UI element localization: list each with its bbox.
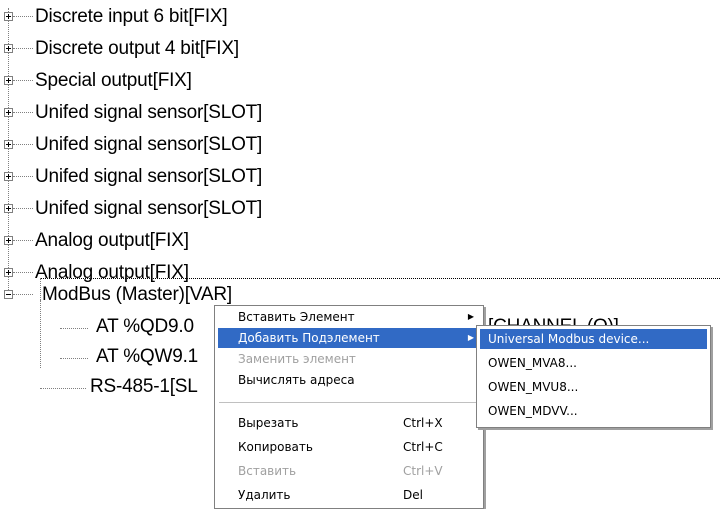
tree-branch-line [13,16,33,17]
tree-branch-line [13,294,33,295]
tree-branch-line [13,112,33,113]
child-trunk-line [40,300,41,368]
tree-node-label[interactable]: Unifed signal sensor[SLOT] [35,98,262,128]
tree-branch-line [40,388,86,389]
plus-expander-icon[interactable] [4,268,13,277]
tree-branch-line [60,328,88,329]
menu-item-label: OWEN_MVU8... [488,380,579,394]
submenu-item-owen-mva8[interactable]: OWEN_MVA8... [480,353,707,373]
menu-item-label: Вырезать [238,416,299,430]
tree-branch-line [60,358,88,359]
tree-node-label[interactable]: ModBus (Master)[VAR] [42,280,232,310]
menu-item-label: Удалить [238,488,291,502]
tree-branch-line [13,208,33,209]
plus-expander-icon[interactable] [4,108,13,117]
submenu-arrow-icon: ▶ [467,312,474,321]
minus-expander-icon[interactable] [4,290,13,299]
menu-item-label: Заменить элемент [238,352,356,366]
tree-branch-line [13,272,33,273]
tree-node-label[interactable]: Unifed signal sensor[SLOT] [35,194,262,224]
tree-node-label[interactable]: Unifed signal sensor[SLOT] [35,130,262,160]
plus-expander-icon[interactable] [4,204,13,213]
menu-item-paste[interactable]: Вставить Ctrl+V [218,461,480,481]
submenu-item-owen-mdvv[interactable]: OWEN_MDVV... [480,401,707,421]
context-menu: Вставить Элемент ▶ Добавить Подэлемент ▶… [214,305,484,509]
menu-item-add-subelement[interactable]: Добавить Подэлемент ▶ [218,328,480,348]
tree-branch-line [13,176,33,177]
child-node-label[interactable]: AT %QD9.0 [96,312,194,342]
menu-item-shortcut: Ctrl+V [403,464,443,478]
child-node-label[interactable]: AT %QW9.1 [96,342,198,372]
submenu-item-owen-mvu8[interactable]: OWEN_MVU8... [480,377,707,397]
menu-item-label: Копировать [238,440,313,454]
menu-item-label: Вычислять адреса [238,373,355,387]
tree-branch-line [13,144,33,145]
menu-item-shortcut: Ctrl+X [403,416,443,430]
tree-node-label[interactable]: Discrete output 4 bit[FIX] [35,34,239,64]
tree-node-label[interactable]: Special output[FIX] [35,66,192,96]
menu-item-label: OWEN_MVA8... [488,356,577,370]
plus-expander-icon[interactable] [4,44,13,53]
tree-branch-line [13,48,33,49]
menu-item-label: Вставить Элемент [238,310,355,324]
plus-expander-icon[interactable] [4,236,13,245]
tree-node-label[interactable]: Discrete input 6 bit[FIX] [35,2,228,32]
menu-item-replace-element[interactable]: Заменить элемент [218,349,480,369]
menu-item-cut[interactable]: Вырезать Ctrl+X [218,413,480,433]
menu-item-insert-element[interactable]: Вставить Элемент ▶ [218,307,480,327]
selection-focus-line [40,278,720,279]
menu-item-label: OWEN_MDVV... [488,404,578,418]
tree-branch-line [13,240,33,241]
submenu-item-universal-modbus[interactable]: Universal Modbus device... [480,329,707,349]
menu-item-shortcut: Del [403,488,423,502]
menu-separator [219,402,479,403]
plus-expander-icon[interactable] [4,12,13,21]
plus-expander-icon[interactable] [4,140,13,149]
selection-focus-left [40,278,41,300]
menu-item-label: Добавить Подэлемент [238,331,380,345]
tree-node-label[interactable]: Unifed signal sensor[SLOT] [35,162,262,192]
child-node-label[interactable]: RS-485-1[SL [90,372,198,402]
menu-item-shortcut: Ctrl+C [403,440,443,454]
menu-item-calculate-addresses[interactable]: Вычислять адреса [218,370,480,390]
menu-item-copy[interactable]: Копировать Ctrl+C [218,437,480,457]
plus-expander-icon[interactable] [4,76,13,85]
menu-item-label: Вставить [238,464,297,478]
menu-item-label: Universal Modbus device... [488,332,650,346]
add-subelement-submenu: Universal Modbus device... OWEN_MVA8... … [476,325,711,428]
submenu-arrow-icon: ▶ [467,333,474,342]
plus-expander-icon[interactable] [4,172,13,181]
menu-item-delete[interactable]: Удалить Del [218,485,480,505]
tree-branch-line [13,80,33,81]
tree-node-label[interactable]: Analog output[FIX] [35,226,189,256]
